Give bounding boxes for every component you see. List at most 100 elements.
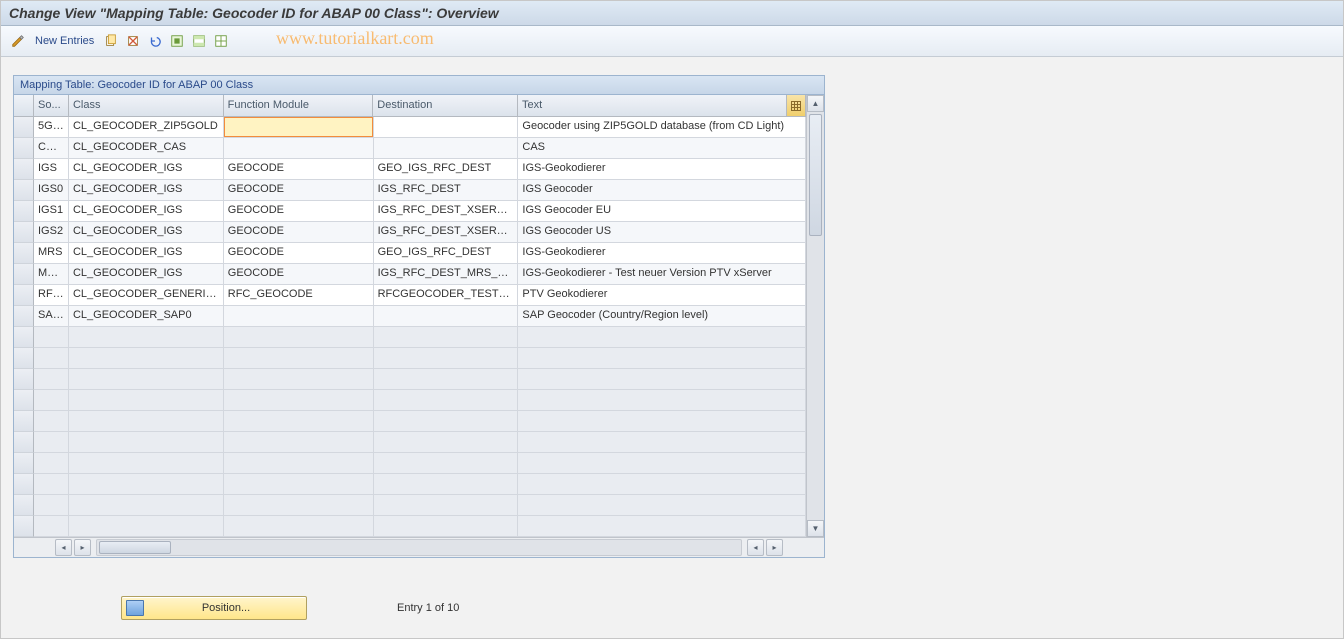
row-selector[interactable] [14, 411, 34, 432]
cell-text[interactable]: IGS-Geokodierer [518, 243, 806, 264]
cell-function-module[interactable]: GEOCODE [224, 180, 374, 201]
cell-function-module[interactable]: GEOCODE [224, 159, 374, 180]
toggle-display-change-icon[interactable] [9, 32, 27, 50]
grid-columns: So... Class Function Module Destination … [34, 95, 806, 537]
cell-text[interactable]: IGS-Geokodierer - Test neuer Version PTV… [518, 264, 806, 285]
position-button[interactable]: Position... [121, 596, 307, 620]
row-selector[interactable] [14, 327, 34, 348]
col-header-function-module[interactable]: Function Module [224, 95, 374, 117]
delete-icon[interactable] [124, 32, 142, 50]
vertical-scrollbar[interactable]: ▲ ▼ [806, 95, 824, 537]
empty-row [34, 432, 806, 453]
cell-class[interactable]: CL_GEOCODER_CAS [69, 138, 224, 159]
row-selector[interactable] [14, 369, 34, 390]
scroll-left-button[interactable]: ▸ [74, 539, 91, 556]
cell-class[interactable]: CL_GEOCODER_GENERIC… [69, 285, 224, 306]
cell-class[interactable]: CL_GEOCODER_IGS [69, 159, 224, 180]
cell-destination[interactable]: IGS_RFC_DEST_XSERVE… [374, 201, 519, 222]
vscroll-thumb[interactable] [809, 114, 822, 236]
col-header-destination[interactable]: Destination [373, 95, 518, 117]
cell-function-module[interactable] [224, 138, 374, 159]
row-selector[interactable] [14, 285, 34, 306]
row-selector[interactable] [14, 138, 34, 159]
cell-destination[interactable]: IGS_RFC_DEST_XSERVE… [374, 222, 519, 243]
scroll-right-button[interactable]: ◂ [747, 539, 764, 556]
row-selector[interactable] [14, 117, 34, 138]
hscroll-track[interactable] [96, 539, 742, 556]
table-settings-icon[interactable] [786, 95, 805, 116]
scroll-first-button[interactable]: ◂ [55, 539, 72, 556]
cell-function-module[interactable] [224, 117, 374, 138]
cell-function-module[interactable]: GEOCODE [224, 243, 374, 264]
cell-destination[interactable] [374, 117, 519, 138]
row-selector[interactable] [14, 390, 34, 411]
horizontal-scrollbar[interactable]: ◂ ▸ ◂ ▸ [14, 537, 824, 557]
cell-class[interactable]: CL_GEOCODER_SAP0 [69, 306, 224, 327]
cell-destination[interactable]: IGS_RFC_DEST_MRS_EU… [374, 264, 519, 285]
row-selector[interactable] [14, 159, 34, 180]
cell-source[interactable]: CAS0 [34, 138, 69, 159]
cell-source[interactable]: MRS1 [34, 264, 69, 285]
select-block-icon[interactable] [190, 32, 208, 50]
scroll-up-button[interactable]: ▲ [807, 95, 824, 112]
cell-destination[interactable] [374, 306, 519, 327]
new-entries-button[interactable]: New Entries [35, 35, 94, 47]
cell-text[interactable]: IGS-Geokodierer [518, 159, 806, 180]
cell-text[interactable]: Geocoder using ZIP5GOLD database (from C… [518, 117, 806, 138]
cell-text[interactable]: IGS Geocoder [518, 180, 806, 201]
scroll-last-button[interactable]: ▸ [766, 539, 783, 556]
cell-text[interactable]: IGS Geocoder US [518, 222, 806, 243]
select-all-icon[interactable] [168, 32, 186, 50]
row-selector[interactable] [14, 348, 34, 369]
cell-text[interactable]: PTV Geokodierer [518, 285, 806, 306]
row-selector[interactable] [14, 453, 34, 474]
cell-destination[interactable] [374, 138, 519, 159]
undo-icon[interactable] [146, 32, 164, 50]
cell-source[interactable]: IGS [34, 159, 69, 180]
scroll-down-button[interactable]: ▼ [807, 520, 824, 537]
cell-class[interactable]: CL_GEOCODER_IGS [69, 243, 224, 264]
cell-source[interactable]: IGS0 [34, 180, 69, 201]
col-header-source[interactable]: So... [34, 95, 69, 117]
cell-destination[interactable]: RFCGEOCODER_TEST_P… [374, 285, 519, 306]
cell-source [34, 432, 69, 453]
cell-class[interactable]: CL_GEOCODER_IGS [69, 180, 224, 201]
row-selector[interactable] [14, 495, 34, 516]
col-header-class[interactable]: Class [69, 95, 224, 117]
col-header-text[interactable]: Text [518, 95, 806, 117]
cell-text[interactable]: IGS Geocoder EU [518, 201, 806, 222]
cell-class[interactable]: CL_GEOCODER_ZIP5GOLD [69, 117, 224, 138]
cell-source[interactable]: IGS2 [34, 222, 69, 243]
row-selector[interactable] [14, 264, 34, 285]
cell-source[interactable]: MRS [34, 243, 69, 264]
cell-source[interactable]: SAP0 [34, 306, 69, 327]
cell-destination[interactable]: GEO_IGS_RFC_DEST [374, 159, 519, 180]
cell-source[interactable]: IGS1 [34, 201, 69, 222]
copy-as-icon[interactable] [102, 32, 120, 50]
cell-function-module[interactable]: GEOCODE [224, 222, 374, 243]
row-selector[interactable] [14, 306, 34, 327]
row-selector[interactable] [14, 474, 34, 495]
cell-destination[interactable]: GEO_IGS_RFC_DEST [374, 243, 519, 264]
cell-function-module[interactable]: GEOCODE [224, 264, 374, 285]
cell-function-module[interactable] [224, 306, 374, 327]
cell-destination[interactable]: IGS_RFC_DEST [374, 180, 519, 201]
cell-class[interactable]: CL_GEOCODER_IGS [69, 201, 224, 222]
cell-source[interactable]: 5GLD [34, 117, 69, 138]
row-selector[interactable] [14, 201, 34, 222]
cell-class[interactable]: CL_GEOCODER_IGS [69, 222, 224, 243]
deselect-all-icon[interactable] [212, 32, 230, 50]
cell-class[interactable]: CL_GEOCODER_IGS [69, 264, 224, 285]
cell-text[interactable]: CAS [518, 138, 806, 159]
vscroll-track[interactable] [807, 112, 824, 520]
cell-function-module[interactable]: GEOCODE [224, 201, 374, 222]
cell-text[interactable]: SAP Geocoder (Country/Region level) [518, 306, 806, 327]
hscroll-thumb[interactable] [99, 541, 171, 554]
row-selector[interactable] [14, 516, 34, 537]
row-selector[interactable] [14, 432, 34, 453]
row-selector[interactable] [14, 180, 34, 201]
cell-source[interactable]: RFCG [34, 285, 69, 306]
cell-function-module[interactable]: RFC_GEOCODE [224, 285, 374, 306]
row-selector[interactable] [14, 222, 34, 243]
row-selector[interactable] [14, 243, 34, 264]
